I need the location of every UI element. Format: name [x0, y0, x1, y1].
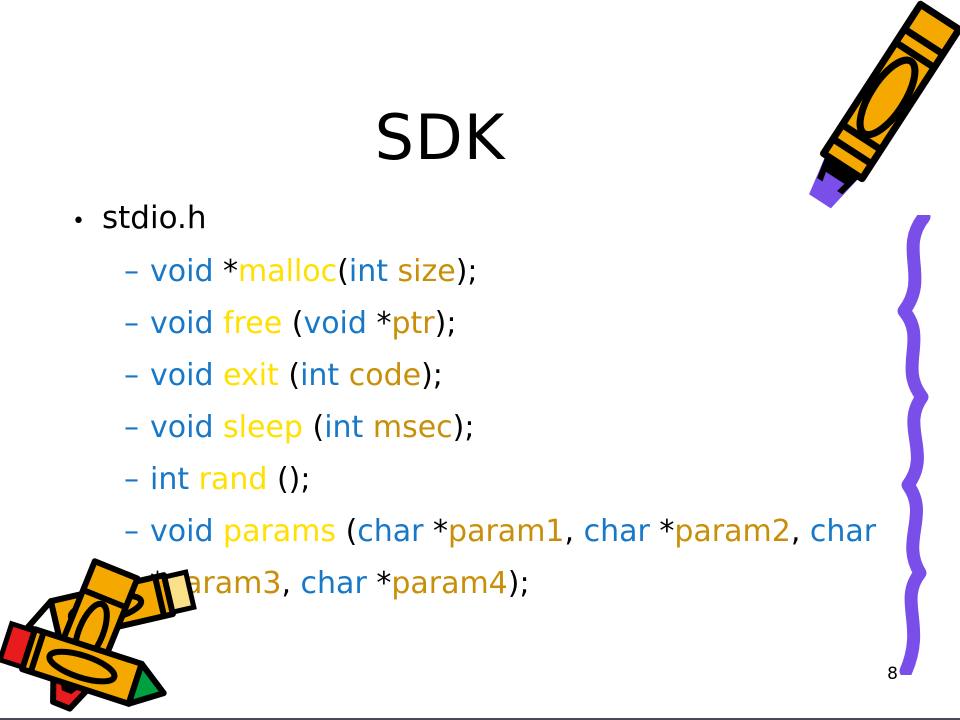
token-par: param3 — [165, 566, 282, 601]
token-kw: void — [150, 514, 224, 549]
code-text: void params (char *param1, char *param2,… — [150, 506, 882, 610]
token-pn: , — [281, 566, 301, 601]
token-fn: exit — [223, 358, 279, 393]
code-text: void exit (int code); — [150, 350, 882, 402]
token-pn: (); — [267, 462, 311, 497]
token-par: ptr — [391, 306, 435, 341]
token-pn: ); — [455, 254, 478, 289]
token-kw: int — [300, 358, 349, 393]
dash-marker: – — [124, 306, 139, 341]
code-text: int rand (); — [150, 454, 882, 506]
token-fn: malloc — [238, 254, 338, 289]
slide: SDK • stdio.h – void *malloc(int size); – v… — [0, 0, 960, 720]
token-pn: ( — [337, 254, 349, 289]
code-text: void sleep (int msec); — [150, 402, 882, 454]
dash-marker: – — [124, 358, 139, 393]
dash-marker: – — [124, 254, 139, 289]
token-pn: * — [150, 566, 165, 601]
token-pn: ( — [302, 410, 325, 445]
token-pn: ( — [282, 306, 304, 341]
token-kw: void — [150, 254, 224, 289]
code-line-exit: – void exit (int code); — [124, 350, 882, 402]
page-number: 8 — [887, 664, 898, 684]
token-kw: char — [357, 514, 434, 549]
token-fn: params — [223, 514, 337, 549]
token-pn: * — [223, 254, 239, 289]
bullet-item-stdio: • stdio.h — [72, 196, 882, 244]
token-kw: void — [150, 306, 224, 341]
token-kw: void — [150, 410, 224, 445]
token-fn: free — [223, 306, 283, 341]
token-par: param4 — [391, 566, 508, 601]
token-kw: int — [324, 410, 373, 445]
bullet-item-label: stdio.h — [102, 200, 207, 236]
code-text: void free (void *ptr); — [150, 298, 882, 350]
code-line-rand: – int rand (); — [124, 454, 882, 506]
token-pn: ); — [421, 358, 443, 393]
token-pn: ); — [507, 566, 530, 601]
token-pn: * — [376, 566, 392, 601]
token-fn: rand — [198, 462, 268, 497]
code-line-free: – void free (void *ptr); — [124, 298, 882, 350]
code-text: void *malloc(int size); — [150, 246, 882, 298]
dash-marker: – — [124, 514, 139, 549]
token-kw: void — [303, 306, 377, 341]
token-pn: * — [376, 306, 392, 341]
code-line-params: – void params (char *param1, char *param2… — [124, 506, 882, 610]
token-pn: ( — [336, 514, 358, 549]
token-pn: ( — [278, 358, 301, 393]
token-kw: void — [150, 358, 224, 393]
token-pn: ); — [452, 410, 475, 445]
squiggle-line-icon — [890, 210, 946, 679]
token-pn: ); — [434, 306, 457, 341]
token-pn: * — [659, 514, 675, 549]
token-kw: char — [583, 514, 660, 549]
token-par: msec — [372, 410, 453, 445]
dash-marker: – — [124, 410, 139, 445]
token-pn: * — [433, 514, 449, 549]
code-line-sleep: – void sleep (int msec); — [124, 402, 882, 454]
dash-marker: – — [124, 462, 139, 497]
code-line-list: – void *malloc(int size); – void free (void… — [72, 246, 882, 610]
slide-body: • stdio.h – void *malloc(int size); – void … — [72, 196, 882, 610]
token-par: param1 — [448, 514, 565, 549]
token-kw: int — [150, 462, 199, 497]
page-title: SDK — [374, 101, 506, 174]
token-pn: , — [790, 514, 810, 549]
token-pn: , — [564, 514, 584, 549]
token-par: size — [397, 254, 456, 289]
token-kw: char — [809, 514, 877, 549]
bullet-marker: • — [72, 209, 85, 234]
token-fn: sleep — [223, 410, 303, 445]
token-kw: int — [348, 254, 398, 289]
token-par: param2 — [674, 514, 791, 549]
token-par: code — [348, 358, 422, 393]
token-kw: char — [300, 566, 377, 601]
code-line-malloc: – void *malloc(int size); — [124, 246, 882, 298]
